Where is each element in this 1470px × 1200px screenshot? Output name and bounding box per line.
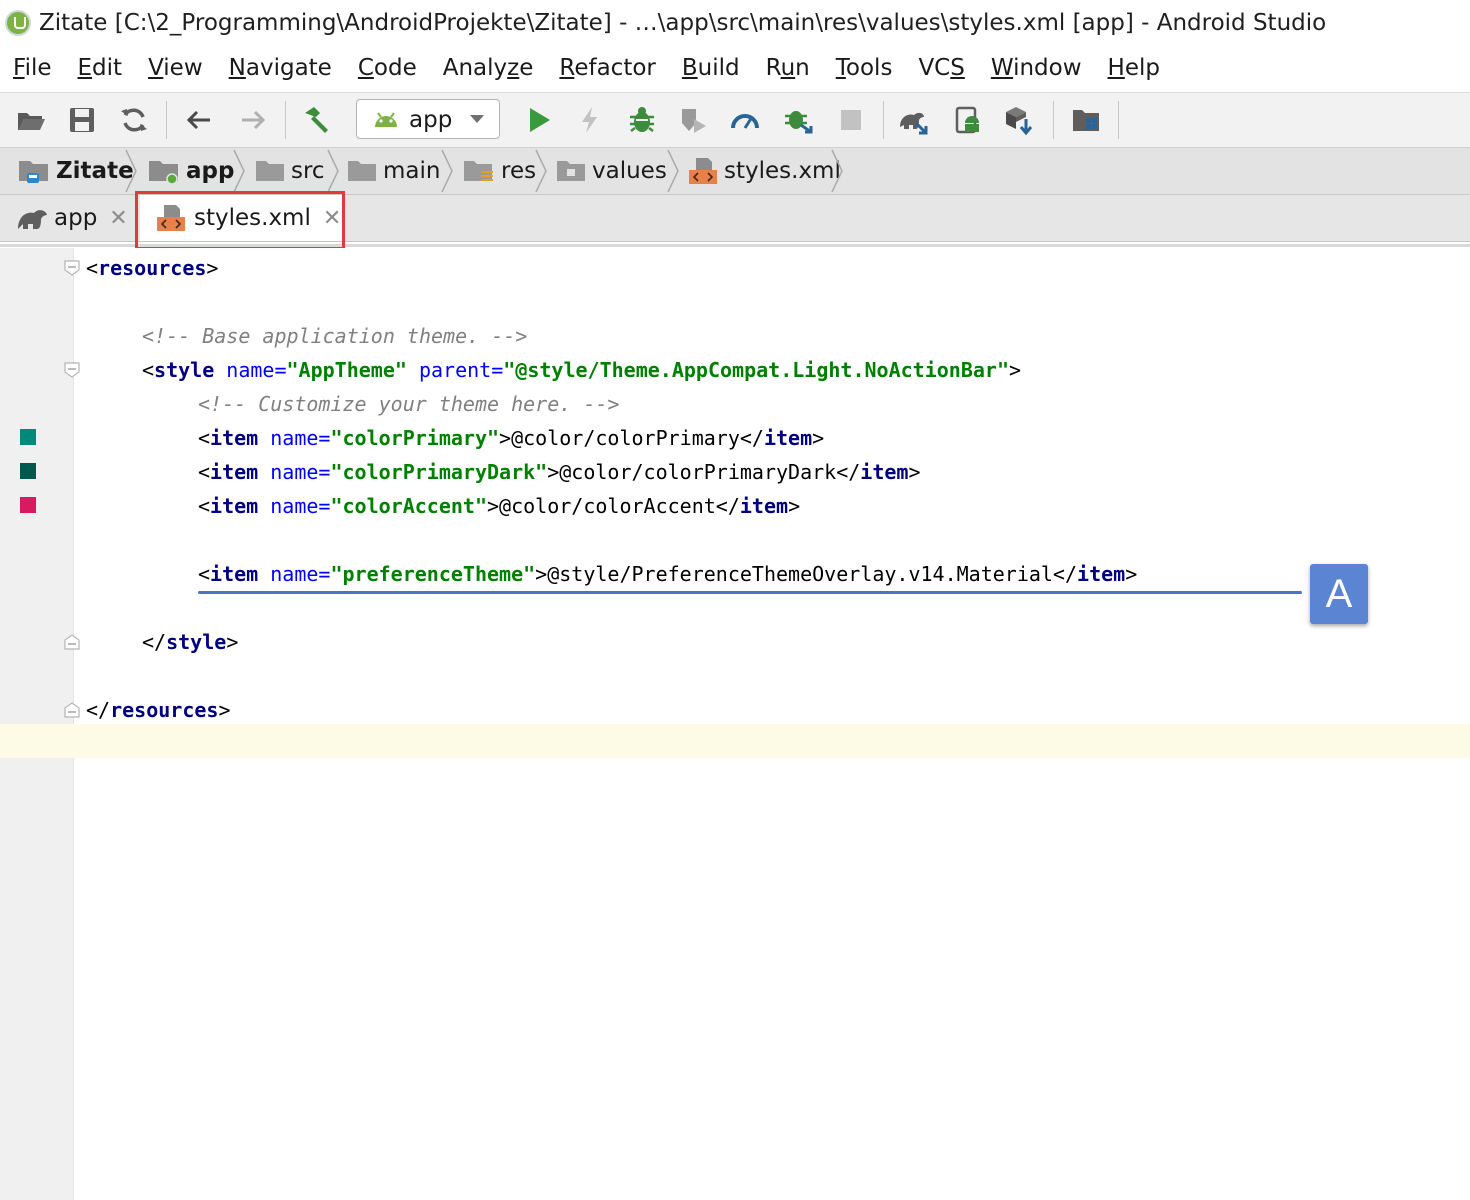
folder-icon (256, 161, 284, 181)
menu-view[interactable]: View (135, 55, 216, 81)
forward-arrow-icon[interactable] (238, 105, 268, 135)
code-line: <resources> (86, 256, 219, 280)
window-title: Zitate [C:\2_Programming\AndroidProjekte… (39, 10, 1327, 36)
tab-app[interactable]: app ✕ (16, 195, 128, 241)
close-icon[interactable]: ✕ (323, 206, 341, 231)
project-folder-icon (19, 161, 48, 183)
code-line: <item name="colorPrimaryDark">@color/col… (198, 460, 921, 484)
sdk-manager-icon[interactable] (1004, 105, 1034, 135)
menu-build[interactable]: Build (669, 55, 753, 81)
menu-analyze[interactable]: Analyze (430, 55, 547, 81)
stop-icon[interactable] (836, 105, 866, 135)
attach-debugger-icon[interactable] (783, 105, 813, 135)
project-structure-icon[interactable] (1071, 105, 1101, 135)
breadcrumb-main[interactable]: main (347, 148, 440, 194)
color-swatch-primary[interactable] (20, 429, 36, 445)
resource-folder-icon (464, 161, 493, 181)
tab-styles-xml[interactable]: styles.xml ✕ (140, 195, 342, 241)
fold-end-marker-icon[interactable] (64, 634, 80, 650)
tab-bar-underline (0, 244, 1470, 247)
module-folder-icon (149, 161, 178, 185)
run-configuration-dropdown[interactable]: app (356, 99, 500, 139)
breadcrumb-res[interactable]: res (463, 148, 536, 194)
menu-vcs[interactable]: VCS (905, 55, 977, 81)
gradle-sync-icon[interactable] (898, 105, 928, 135)
avd-manager-icon[interactable] (953, 105, 983, 135)
editor-tab-bar: app ✕ styles.xml ✕ (0, 195, 1470, 242)
menu-file[interactable]: File (0, 55, 65, 81)
breadcrumb-app[interactable]: app (148, 148, 234, 194)
current-line-highlight (0, 724, 1470, 758)
code-line: <style name="AppTheme" parent="@style/Th… (142, 358, 1022, 382)
sync-icon[interactable] (119, 105, 149, 135)
xml-file-icon (689, 158, 717, 184)
menu-bar: File Edit View Navigate Code Analyze Ref… (0, 46, 1470, 90)
open-folder-icon[interactable] (16, 105, 46, 135)
folder-icon (348, 161, 376, 181)
back-arrow-icon[interactable] (184, 105, 214, 135)
code-line: <item name="colorAccent">@color/colorAcc… (198, 494, 801, 518)
code-line-preference-theme: <item name="preferenceTheme">@style/Pref… (198, 562, 1138, 586)
color-swatch-primary-dark[interactable] (20, 463, 36, 479)
build-hammer-icon[interactable] (301, 105, 331, 135)
menu-navigate[interactable]: Navigate (216, 55, 345, 81)
android-studio-logo-icon (5, 10, 31, 36)
main-toolbar: app (0, 92, 1470, 148)
menu-refactor[interactable]: Refactor (546, 55, 669, 81)
menu-code[interactable]: Code (345, 55, 430, 81)
chevron-down-icon (470, 115, 484, 123)
close-icon[interactable]: ✕ (109, 206, 127, 231)
code-line: <!-- Customize your theme here. --> (198, 392, 620, 416)
menu-tools[interactable]: Tools (823, 55, 906, 81)
fold-marker-icon[interactable] (64, 260, 80, 276)
code-line: </resources> (86, 698, 231, 722)
annotation-underline (198, 591, 1302, 594)
menu-edit[interactable]: Edit (65, 55, 136, 81)
title-bar: Zitate [C:\2_Programming\AndroidProjekte… (0, 0, 1470, 46)
gradle-elephant-icon (18, 210, 47, 229)
breadcrumb-src[interactable]: src (255, 148, 325, 194)
breadcrumb-styles-xml[interactable]: styles.xml (688, 148, 841, 194)
annotation-marker-a: A (1310, 564, 1368, 624)
debug-icon[interactable] (627, 105, 657, 135)
folder-icon (557, 161, 585, 181)
run-icon[interactable] (524, 105, 554, 135)
code-line: <!-- Base application theme. --> (142, 324, 528, 348)
run-configuration-label: app (409, 107, 453, 133)
fold-end-marker-icon[interactable] (64, 702, 80, 718)
menu-help[interactable]: Help (1095, 55, 1173, 81)
code-line: <item name="colorPrimary">@color/colorPr… (198, 426, 825, 450)
breadcrumb-values[interactable]: values (556, 148, 667, 194)
android-icon (375, 112, 397, 127)
code-line: </style> (142, 630, 239, 654)
menu-window[interactable]: Window (978, 55, 1095, 81)
coverage-icon[interactable] (678, 105, 708, 135)
breadcrumb-zitate[interactable]: Zitate (18, 148, 134, 194)
apply-changes-icon[interactable] (575, 105, 605, 135)
menu-run[interactable]: Run (753, 55, 823, 81)
fold-marker-icon[interactable] (64, 362, 80, 378)
xml-file-icon (157, 205, 185, 231)
profile-icon[interactable] (730, 105, 760, 135)
navigation-breadcrumb: Zitate app src main res values styles.xm… (0, 148, 1470, 195)
color-swatch-accent[interactable] (20, 497, 36, 513)
save-icon[interactable] (67, 105, 97, 135)
